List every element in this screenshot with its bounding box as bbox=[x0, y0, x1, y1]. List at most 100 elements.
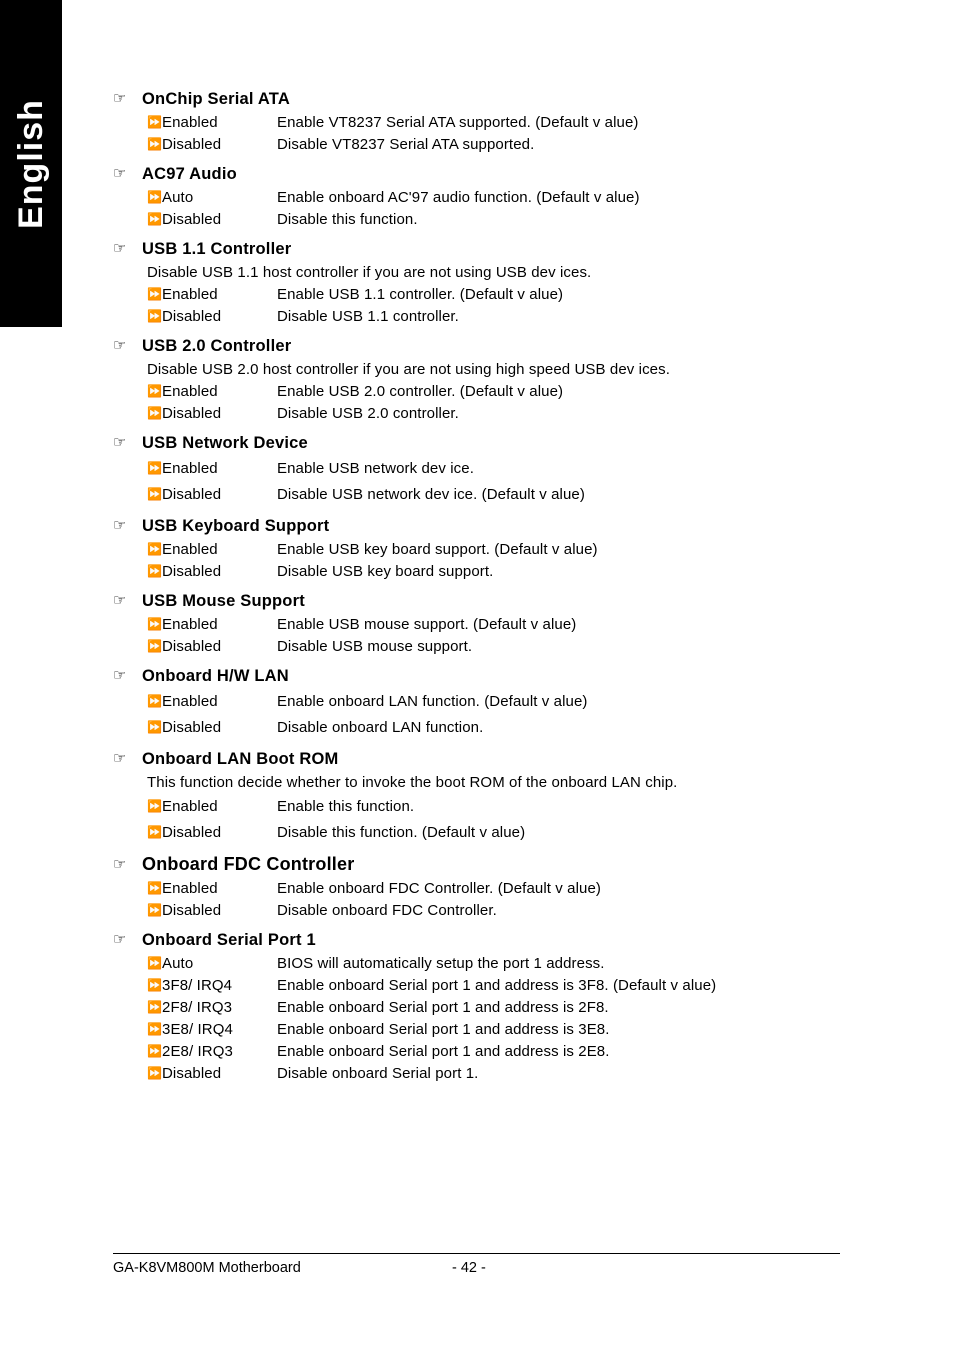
double-right-arrow-icon: ⏩ bbox=[147, 881, 162, 895]
pointing-hand-icon: ☞ bbox=[113, 749, 127, 767]
section-title: OnChip Serial ATA bbox=[142, 90, 290, 108]
bios-option-section: ☞ USB Mouse Support ⏩ Enabled Enable USB mou… bbox=[113, 590, 853, 658]
double-right-arrow-icon: ⏩ bbox=[147, 309, 162, 323]
option-label: Disabled bbox=[162, 1065, 222, 1082]
pointing-hand-icon: ☞ bbox=[113, 239, 127, 257]
option-row: ⏩ Enabled Enable this function. bbox=[147, 794, 853, 820]
option-description: Enable onboard Serial port 1 and address… bbox=[277, 1021, 610, 1038]
option-label: Enabled bbox=[162, 880, 218, 897]
option-description: Disable this function. (Default v alue) bbox=[277, 824, 526, 841]
double-right-arrow-icon: ⏩ bbox=[147, 115, 162, 129]
option-row: ⏩ Disabled Disable onboard FDC Controller. bbox=[147, 900, 853, 922]
option-label: Disabled bbox=[162, 563, 222, 580]
option-description: Disable USB network dev ice. (Default v … bbox=[277, 486, 585, 503]
option-row: ⏩ Disabled Disable USB network dev ice. (D… bbox=[147, 482, 853, 508]
option-description: BIOS will automatically setup the port 1… bbox=[277, 955, 605, 972]
double-right-arrow-icon: ⏩ bbox=[147, 487, 162, 501]
bios-option-section: ☞ Onboard FDC Controller ⏩ Enabled Enable on… bbox=[113, 853, 853, 922]
section-title: USB 2.0 Controller bbox=[142, 337, 292, 355]
option-description: Disable USB 1.1 controller. bbox=[277, 308, 459, 325]
double-right-arrow-icon: ⏩ bbox=[147, 564, 162, 578]
double-right-arrow-icon: ⏩ bbox=[147, 956, 162, 970]
option-description: Enable this function. bbox=[277, 798, 415, 815]
section-title: AC97 Audio bbox=[142, 165, 237, 183]
option-row: ⏩ 2F8/ IRQ3 Enable onboard Serial port 1 a… bbox=[147, 997, 853, 1019]
option-row: ⏩ Disabled Disable onboard Serial port 1. bbox=[147, 1063, 853, 1085]
pointing-hand-icon: ☞ bbox=[113, 855, 127, 873]
option-label: Enabled bbox=[162, 616, 218, 633]
option-label: 3E8/ IRQ4 bbox=[162, 1021, 233, 1038]
section-heading: ☞ Onboard FDC Controller bbox=[113, 853, 853, 876]
section-heading: ☞ USB 2.0 Controller bbox=[113, 335, 853, 357]
option-description: Enable USB 1.1 controller. (Default v al… bbox=[277, 286, 564, 303]
double-right-arrow-icon: ⏩ bbox=[147, 1000, 162, 1014]
bios-option-section: ☞ Onboard Serial Port 1 ⏩ Auto BIOS will aut… bbox=[113, 929, 853, 1085]
option-label: Disabled bbox=[162, 136, 222, 153]
option-description: Enable onboard LAN function. (Default v … bbox=[277, 693, 588, 710]
section-heading: ☞ USB 1.1 Controller bbox=[113, 238, 853, 260]
option-label: Disabled bbox=[162, 719, 222, 736]
option-label: Enabled bbox=[162, 460, 218, 477]
option-description: Enable USB key board support. (Default v… bbox=[277, 541, 598, 558]
option-label: Auto bbox=[162, 955, 194, 972]
section-heading: ☞ USB Keyboard Support bbox=[113, 515, 853, 537]
option-description: Disable onboard LAN function. bbox=[277, 719, 484, 736]
option-description: Enable onboard FDC Controller. (Default … bbox=[277, 880, 602, 897]
footer-document-title: GA-K8VM800M Motherboard bbox=[113, 1260, 301, 1276]
option-description: Enable onboard Serial port 1 and address… bbox=[277, 977, 717, 994]
option-description: Enable onboard Serial port 1 and address… bbox=[277, 1043, 610, 1060]
bios-options-content: ☞ OnChip Serial ATA ⏩ Enabled Enable VT8237 … bbox=[113, 88, 853, 1092]
double-right-arrow-icon: ⏩ bbox=[147, 694, 162, 708]
double-right-arrow-icon: ⏩ bbox=[147, 287, 162, 301]
option-label: Disabled bbox=[162, 211, 222, 228]
option-description: Disable USB key board support. bbox=[277, 563, 494, 580]
option-row: ⏩ Enabled Enable USB 1.1 controller. (Defa… bbox=[147, 284, 853, 306]
double-right-arrow-icon: ⏩ bbox=[147, 406, 162, 420]
option-row: ⏩ 2E8/ IRQ3 Enable onboard Serial port 1 a… bbox=[147, 1041, 853, 1063]
section-title: USB Mouse Support bbox=[142, 592, 305, 610]
option-label: Disabled bbox=[162, 902, 222, 919]
footer-page-number: - 42 - bbox=[452, 1260, 486, 1276]
footer-divider bbox=[113, 1253, 840, 1254]
option-description: Enable onboard Serial port 1 and address… bbox=[277, 999, 609, 1016]
option-description: Enable VT8237 Serial ATA supported. (Def… bbox=[277, 114, 639, 131]
bios-option-section: ☞ USB 1.1 Controller Disable USB 1.1 host … bbox=[113, 238, 853, 328]
section-heading: ☞ Onboard H/W LAN bbox=[113, 665, 853, 687]
section-heading: ☞ OnChip Serial ATA bbox=[113, 88, 853, 110]
option-label: Disabled bbox=[162, 486, 222, 503]
double-right-arrow-icon: ⏩ bbox=[147, 542, 162, 556]
option-label: Enabled bbox=[162, 286, 218, 303]
option-description: Enable USB network dev ice. bbox=[277, 460, 474, 477]
section-note: Disable USB 2.0 host controller if you a… bbox=[147, 361, 670, 378]
option-row: ⏩ Disabled Disable onboard LAN function. bbox=[147, 715, 853, 741]
double-right-arrow-icon: ⏩ bbox=[147, 799, 162, 813]
option-description: Enable onboard AC'97 audio function. (De… bbox=[277, 189, 640, 206]
language-tab: English bbox=[0, 0, 62, 327]
pointing-hand-icon: ☞ bbox=[113, 930, 127, 948]
option-row: ⏩ 3E8/ IRQ4 Enable onboard Serial port 1 a… bbox=[147, 1019, 853, 1041]
bios-option-section: ☞ Onboard LAN Boot ROM This function decid… bbox=[113, 748, 853, 846]
option-row: ⏩ Enabled Enable USB mouse support. (Defau… bbox=[147, 614, 853, 636]
double-right-arrow-icon: ⏩ bbox=[147, 639, 162, 653]
option-label: Disabled bbox=[162, 308, 222, 325]
option-label: Auto bbox=[162, 189, 194, 206]
option-description: Disable USB mouse support. bbox=[277, 638, 473, 655]
double-right-arrow-icon: ⏩ bbox=[147, 384, 162, 398]
pointing-hand-icon: ☞ bbox=[113, 433, 127, 451]
bios-option-section: ☞ USB Network Device ⏩ Enabled Enable USB ne… bbox=[113, 432, 853, 508]
section-title: Onboard Serial Port 1 bbox=[142, 931, 316, 949]
section-heading: ☞ USB Mouse Support bbox=[113, 590, 853, 612]
option-label: Enabled bbox=[162, 114, 218, 131]
option-row: ⏩ Enabled Enable onboard FDC Controller. (… bbox=[147, 878, 853, 900]
option-row: ⏩ Disabled Disable USB mouse support. bbox=[147, 636, 853, 658]
double-right-arrow-icon: ⏩ bbox=[147, 1044, 162, 1058]
double-right-arrow-icon: ⏩ bbox=[147, 137, 162, 151]
section-title: Onboard FDC Controller bbox=[142, 854, 355, 874]
section-title: USB Network Device bbox=[142, 434, 308, 452]
pointing-hand-icon: ☞ bbox=[113, 516, 127, 534]
pointing-hand-icon: ☞ bbox=[113, 666, 127, 684]
double-right-arrow-icon: ⏩ bbox=[147, 461, 162, 475]
double-right-arrow-icon: ⏩ bbox=[147, 617, 162, 631]
option-row: ⏩ Disabled Disable this function. (Default… bbox=[147, 820, 853, 846]
option-label: Enabled bbox=[162, 383, 218, 400]
